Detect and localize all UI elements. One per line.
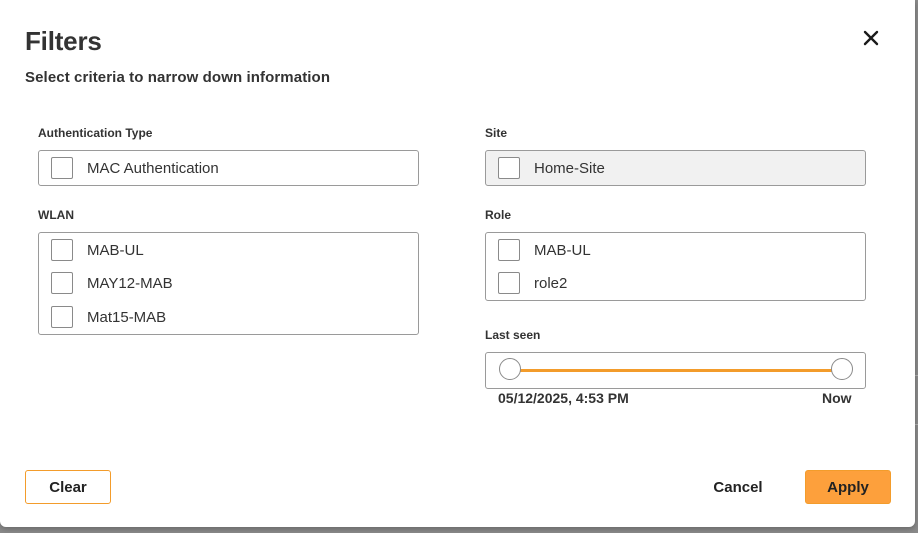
slider-end-handle[interactable]	[831, 358, 853, 380]
option-label: MAB-UL	[87, 241, 144, 259]
option-label: Mat15-MAB	[87, 308, 167, 326]
authentication-type-label: Authentication Type	[38, 126, 153, 140]
checkbox-option-role2[interactable]: role2	[498, 270, 567, 296]
clear-button[interactable]: Clear	[25, 470, 111, 504]
checkbox[interactable]	[51, 157, 73, 179]
checkbox-option-mac-authentication[interactable]: MAC Authentication	[51, 155, 219, 181]
option-label: MAB-UL	[534, 241, 591, 259]
checkbox[interactable]	[51, 306, 73, 328]
checkbox[interactable]	[498, 272, 520, 294]
checkbox-option-may12-mab[interactable]: MAY12-MAB	[51, 270, 173, 296]
close-icon	[863, 30, 879, 46]
close-button[interactable]	[858, 25, 884, 51]
slider-end-value: Now	[822, 390, 852, 406]
slider-track-fill[interactable]	[510, 369, 842, 372]
dialog-title: Filters	[25, 26, 102, 56]
apply-button[interactable]: Apply	[805, 470, 891, 504]
authentication-type-options: MAC Authentication	[38, 150, 419, 186]
option-label: MAC Authentication	[87, 159, 219, 177]
checkbox-option-role-mab-ul[interactable]: MAB-UL	[498, 237, 591, 263]
wlan-label: WLAN	[38, 208, 74, 222]
checkbox-option-mab-ul[interactable]: MAB-UL	[51, 237, 144, 263]
option-label: role2	[534, 274, 568, 292]
last-seen-range-slider	[485, 352, 866, 389]
site-label: Site	[485, 126, 508, 140]
dialog-subtitle: Select criteria to narrow down informati…	[25, 69, 331, 86]
checkbox[interactable]	[498, 157, 520, 179]
option-label: MAY12-MAB	[87, 274, 173, 292]
checkbox[interactable]	[51, 272, 73, 294]
checkbox[interactable]	[51, 239, 73, 261]
last-seen-label: Last seen	[485, 328, 541, 342]
slider-start-handle[interactable]	[499, 358, 521, 380]
cancel-button[interactable]: Cancel	[698, 470, 778, 504]
wlan-options: MAB-UL MAY12-MAB Mat15-MAB	[38, 232, 419, 335]
checkbox-option-mat15-mab[interactable]: Mat15-MAB	[51, 304, 166, 330]
site-options: Home-Site	[485, 150, 866, 186]
option-label: Home-Site	[534, 159, 605, 177]
role-label: Role	[485, 208, 512, 222]
checkbox-option-home-site[interactable]: Home-Site	[498, 155, 605, 181]
slider-start-value: 05/12/2025, 4:53 PM	[498, 390, 629, 406]
role-options: MAB-UL role2	[485, 232, 866, 301]
filters-dialog: Filters Select criteria to narrow down i…	[0, 0, 915, 527]
checkbox[interactable]	[498, 239, 520, 261]
